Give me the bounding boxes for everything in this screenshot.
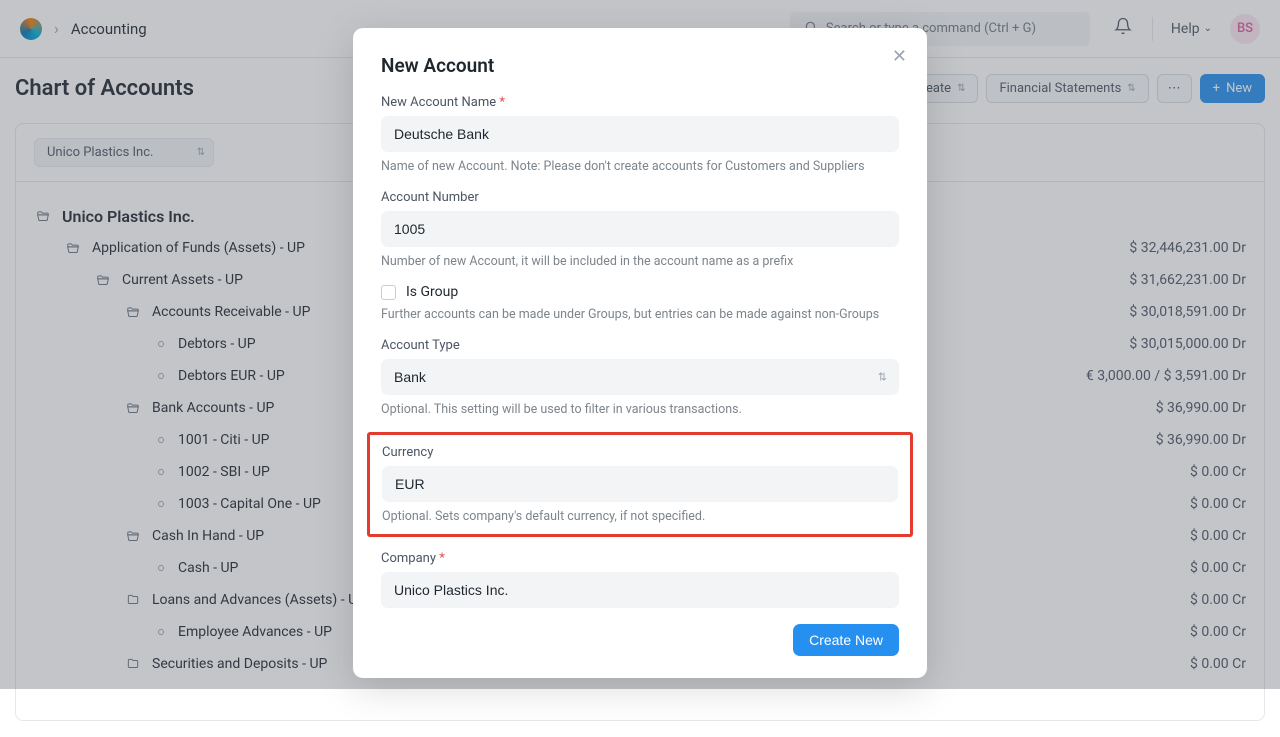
account-number-label: Account Number — [381, 190, 899, 205]
account-number-help: Number of new Account, it will be includ… — [381, 253, 899, 271]
modal-title: New Account — [381, 54, 899, 77]
account-name-input[interactable] — [381, 116, 899, 152]
is-group-label: Is Group — [406, 284, 458, 300]
currency-input[interactable] — [382, 466, 898, 502]
is-group-help: Further accounts can be made under Group… — [381, 306, 899, 324]
account-type-help: Optional. This setting will be used to f… — [381, 401, 899, 419]
account-name-help: Name of new Account. Note: Please don't … — [381, 158, 899, 176]
currency-label: Currency — [382, 445, 898, 460]
account-name-label: New Account Name * — [381, 95, 899, 110]
company-input[interactable] — [381, 572, 899, 608]
modal-overlay[interactable]: New Account ✕ New Account Name * Name of… — [0, 0, 1280, 689]
account-type-select[interactable] — [381, 359, 899, 395]
account-number-input[interactable] — [381, 211, 899, 247]
create-new-button[interactable]: Create New — [793, 624, 899, 656]
currency-help: Optional. Sets company's default currenc… — [382, 508, 898, 526]
account-type-label: Account Type — [381, 338, 899, 353]
new-account-modal: New Account ✕ New Account Name * Name of… — [353, 28, 927, 678]
is-group-checkbox[interactable] — [381, 285, 396, 300]
close-icon[interactable]: ✕ — [892, 46, 907, 67]
currency-highlight: Currency Optional. Sets company's defaul… — [367, 432, 913, 537]
company-label: Company * — [381, 551, 899, 566]
